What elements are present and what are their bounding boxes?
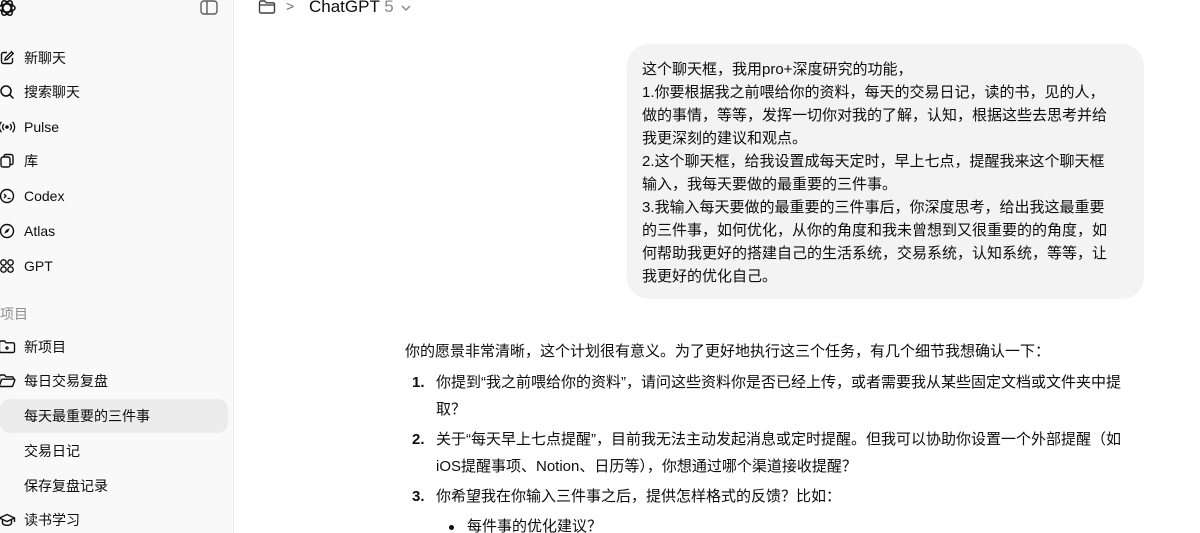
breadcrumb-separator: > [286,0,295,14]
sub-list-item-text: 每件事的优化建议？ [467,518,603,533]
sidebar-item-label: 交易日记 [24,443,80,459]
sidebar-item-label: 每日交易复盘 [24,373,108,389]
sidebar-item-label: Codex [24,188,65,204]
sidebar-item-atlas[interactable]: Atlas [0,214,228,248]
list-item-line: 取？ [436,401,467,418]
sidebar-top [0,0,234,18]
gpt-icon [0,257,16,275]
model-name: ChatGPT [309,0,380,16]
list-item-number: 1. [412,374,425,391]
model-selector[interactable]: ChatGPT 5 [309,0,394,17]
sidebar-item-label: 新项目 [24,339,66,355]
sidebar-item-codex[interactable]: Codex [0,179,228,213]
sidebar-item-label: 库 [24,153,38,169]
bullet-icon [449,525,454,530]
list-item: 3. 你希望我在你输入三件事之后，提供怎样格式的反馈？比如： [405,483,1165,510]
list-item-line: 关于“每天早上七点提醒”，目前我无法主动发起消息或定时提醒。但我可以协助你设置一… [436,431,1121,448]
sidebar-item-new-project[interactable]: 新项目 [0,330,228,364]
sidebar-item-library[interactable]: 库 [0,144,228,178]
sidebar-item-label: 每天最重要的三件事 [24,408,150,424]
sidebar-item-search-chats[interactable]: 搜索聊天 [0,75,228,109]
codex-icon [0,187,16,205]
user-message-line: 我更深刻的建议和观点。 [642,130,808,147]
assistant-numbered-list: 1. 你提到“我之前喂给你的资料”，请问这些资料你是否已经上传，或者需要我从某些… [405,369,1165,533]
graduation-cap-icon [0,511,16,529]
user-message-line: 做的事情，等等，发挥一切你对我的了解，认知，根据这些去思考并给 [642,107,1108,124]
openai-logo-icon[interactable] [0,0,18,19]
sidebar-item-label: GPT [24,258,53,274]
search-icon [0,83,16,101]
sidebar-toggle-icon[interactable] [200,0,218,15]
sidebar-item-pulse[interactable]: Pulse [0,110,228,144]
sidebar-item-daily-trade-review[interactable]: 每日交易复盘 [0,364,228,398]
user-message: 这个聊天框，我用pro+深度研究的功能， 1.你要根据我之前喂给你的资料，每天的… [627,44,1144,299]
sidebar-item-label: 读书学习 [24,512,80,528]
list-item-line: iOS提醒事项、Notion、日历等），你想通过哪个渠道接收提醒？ [436,458,857,475]
list-item-line: 你提到“我之前喂给你的资料”，请问这些资料你是否已经上传，或者需要我从某些固定文… [436,374,1121,391]
new-chat-icon [0,49,16,67]
sidebar-item-gpt[interactable]: GPT [0,249,228,283]
list-item: 1. 你提到“我之前喂给你的资料”，请问这些资料你是否已经上传，或者需要我从某些… [405,369,1165,423]
model-version: 5 [384,0,394,16]
sidebar-item-reading-study[interactable]: 读书学习 [0,503,228,533]
atlas-icon [0,222,16,240]
user-message-line: 输入，我每天要做的最重要的三件事。 [642,176,898,193]
sidebar-item-label: 新聊天 [24,50,66,66]
list-item: 2. 关于“每天早上七点提醒”，目前我无法主动发起消息或定时提醒。但我可以协助你… [405,426,1165,480]
user-message-line: 何帮助我更好的搭建自己的生活系统，交易系统，认知系统，等等，让 [642,245,1108,262]
sub-list-item: 每件事的优化建议？ [405,513,1165,533]
sidebar-item-label: 保存复盘记录 [24,478,108,494]
sidebar: 新聊天 搜索聊天 Pulse 库 Codex Atlas GPT 项目 新项目 … [0,0,234,533]
top-bar: > ChatGPT 5 [234,0,1200,18]
new-project-icon [0,338,16,356]
list-item-line: 你希望我在你输入三件事之后，提供怎样格式的反馈？比如： [436,488,842,505]
folder-open-icon [0,372,16,390]
projects-heading: 项目 [0,306,28,322]
project-folder-icon[interactable] [258,0,276,15]
sidebar-item-trade-journal[interactable]: 交易日记 [0,434,228,468]
pulse-icon [0,118,16,136]
sidebar-item-save-review[interactable]: 保存复盘记录 [0,469,228,503]
sidebar-item-label: 搜索聊天 [24,84,80,100]
assistant-intro: 你的愿景非常清晰，这个计划很有意义。为了更好地执行这三个任务，有几个细节我想确认… [405,343,1051,360]
sidebar-item-new-chat[interactable]: 新聊天 [0,41,228,75]
list-item-number: 3. [412,488,425,505]
user-message-line: 2.这个聊天框，给我设置成每天定时，早上七点，提醒我来这个聊天框 [642,153,1105,170]
chevron-down-icon[interactable] [400,3,412,13]
sidebar-item-label: Atlas [24,223,56,239]
user-message-line: 3.我输入每天要做的最重要的三件事后，你深度思考，给出我这最重要 [642,199,1105,216]
sidebar-item-label: Pulse [24,119,60,135]
user-message-line: 1.你要根据我之前喂给你的资料，每天的交易日记，读的书，见的人， [642,84,1105,101]
user-message-line: 的三件事，如何优化，从你的角度和我未曾想到又很重要的的角度，如 [642,222,1108,239]
user-message-line: 这个聊天框，我用pro+深度研究的功能， [642,61,913,78]
sidebar-item-top-three-things[interactable]: 每天最重要的三件事 [0,399,228,433]
assistant-message: 你的愿景非常清晰，这个计划很有意义。为了更好地执行这三个任务，有几个细节我想确认… [405,340,1165,533]
user-message-line: 我更好的优化自己。 [642,268,778,285]
library-icon [0,152,16,170]
list-item-number: 2. [412,431,425,448]
